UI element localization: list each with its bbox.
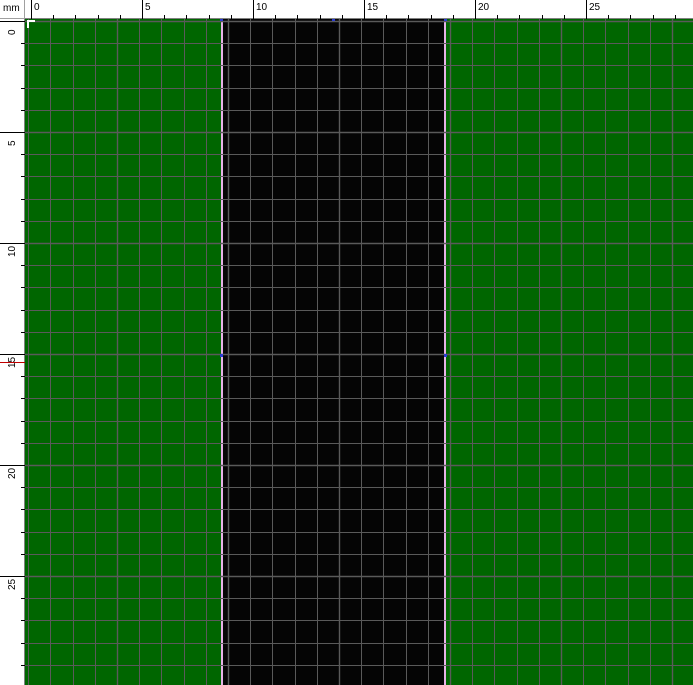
- vruler-label: 25: [7, 578, 18, 590]
- selection-handle-top-center[interactable]: [332, 19, 335, 21]
- hruler-label: 25: [589, 2, 601, 13]
- hruler-label: 15: [367, 2, 379, 13]
- vruler-tick: [0, 576, 25, 577]
- vruler-tick: [0, 354, 25, 355]
- hruler-tick: [475, 0, 476, 19]
- horizontal-ruler[interactable]: 05101520253: [25, 0, 693, 19]
- selection-handle-top-right[interactable]: [444, 19, 447, 21]
- vertical-ruler[interactable]: 0510152025: [0, 19, 25, 685]
- selection-handle-middle-left[interactable]: [220, 354, 223, 357]
- selection-handle-top-left[interactable]: [220, 19, 223, 21]
- copper-fill-left[interactable]: [25, 19, 221, 685]
- vruler-label: 0: [7, 29, 18, 35]
- hruler-tick: [364, 0, 365, 19]
- hruler-tick: [253, 0, 254, 19]
- vruler-label: 5: [7, 140, 18, 146]
- ruler-unit-label: mm: [3, 3, 20, 14]
- vruler-cursor-marker: [0, 362, 25, 363]
- origin-marker: [27, 20, 35, 28]
- vruler-tick: [0, 465, 25, 466]
- vruler-tick: [0, 132, 25, 133]
- ruler-corner: mm: [0, 0, 25, 19]
- hruler-label: 0: [34, 2, 40, 13]
- hruler-label: 10: [256, 2, 268, 13]
- hruler-tick: [31, 0, 32, 19]
- vruler-tick: [0, 21, 25, 22]
- vruler-label: 10: [7, 245, 18, 257]
- vruler-tick: [0, 243, 25, 244]
- vruler-label: 20: [7, 467, 18, 479]
- pcb-canvas[interactable]: [25, 19, 693, 685]
- hruler-label: 5: [145, 2, 151, 13]
- selection-handle-middle-right[interactable]: [444, 354, 447, 357]
- hruler-label: 20: [478, 2, 490, 13]
- hruler-tick: [586, 0, 587, 19]
- cutout-slot[interactable]: [221, 19, 446, 685]
- hruler-tick: [142, 0, 143, 19]
- copper-fill-right[interactable]: [446, 19, 693, 685]
